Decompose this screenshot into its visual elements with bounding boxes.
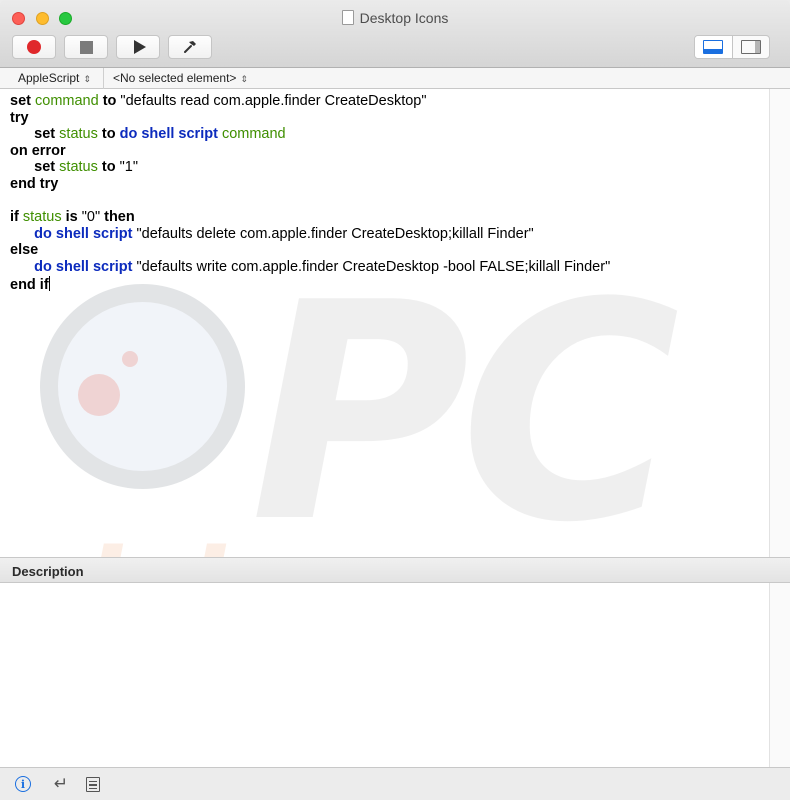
code-token: to — [97, 126, 120, 143]
code-token: then — [104, 209, 135, 226]
hammer-icon — [184, 41, 196, 53]
watermark-text: risk.com — [30, 534, 558, 557]
code-token: set — [34, 126, 60, 143]
updown-icon: ⇕ — [83, 74, 91, 84]
watermark-dot — [78, 374, 120, 416]
bottom-bar: i ↵ — [0, 767, 790, 800]
code-token: if — [10, 209, 23, 226]
script-code[interactable]: set command to "defaults read com.apple.… — [10, 93, 610, 293]
code-token: do shell script — [34, 225, 137, 242]
code-line: do shell script "defaults delete com.app… — [10, 226, 610, 243]
language-label: AppleScript — [18, 71, 80, 85]
watermark-magnifier — [40, 284, 245, 489]
script-editor-window: Desktop Icons AppleScript ⇕ <No selected… — [0, 0, 790, 800]
record-icon — [27, 40, 41, 54]
stop-icon — [79, 40, 93, 54]
code-token: command — [35, 93, 99, 109]
code-line: do shell script "defaults write com.appl… — [10, 259, 610, 276]
code-line: end if — [10, 275, 610, 294]
description-header: Description — [0, 557, 790, 583]
code-token: end if — [10, 276, 49, 293]
code-line: set status to do shell script command — [10, 126, 610, 143]
text-cursor — [48, 275, 50, 291]
code-line: set command to "defaults read com.apple.… — [10, 93, 610, 110]
document-icon — [341, 10, 354, 25]
code-token: status — [22, 209, 62, 226]
code-token: to — [98, 93, 121, 109]
description-area[interactable] — [0, 583, 790, 767]
record-button[interactable] — [12, 35, 56, 59]
code-token: try — [10, 109, 29, 126]
return-icon: ↵ — [53, 774, 69, 793]
code-token: to — [97, 159, 120, 176]
code-line: if status is "0" then — [10, 209, 610, 226]
compile-button[interactable] — [168, 35, 212, 59]
log-button[interactable] — [80, 773, 106, 795]
watermark-dot — [122, 351, 138, 367]
watermark-logo: PC — [250, 239, 680, 558]
code-line: set status to "1" — [10, 159, 610, 176]
code-token: "defaults read com.apple.finder CreateDe… — [120, 93, 427, 109]
code-token: else — [10, 242, 39, 259]
code-token: do shell script — [34, 258, 137, 275]
side-panel-icon — [740, 40, 761, 54]
editor-scrollbar[interactable] — [769, 89, 790, 557]
navigation-bar: AppleScript ⇕ <No selected element> ⇕ — [0, 68, 790, 89]
code-token: status — [59, 126, 98, 143]
view-toggle — [694, 35, 770, 59]
run-button[interactable] — [116, 35, 160, 59]
code-token: "defaults write com.apple.finder CreateD… — [136, 258, 611, 275]
stop-button[interactable] — [64, 35, 108, 59]
description-label: Description — [12, 564, 84, 579]
description-scrollbar[interactable] — [769, 583, 790, 767]
code-token: is — [61, 209, 82, 226]
title-bar: Desktop Icons — [0, 0, 790, 68]
script-editor[interactable]: PC risk.com set command to "defaults rea… — [0, 89, 790, 557]
code-token: do shell script — [119, 126, 222, 143]
info-button[interactable]: i — [10, 773, 36, 795]
run-icon — [133, 40, 146, 54]
code-token: "0" — [81, 209, 105, 226]
window-title: Desktop Icons — [359, 10, 449, 26]
code-token: set — [10, 93, 35, 109]
code-token: "defaults delete com.apple.finder Create… — [136, 225, 534, 242]
element-popup[interactable]: <No selected element> ⇕ — [113, 71, 248, 85]
return-button[interactable]: ↵ — [48, 773, 74, 795]
code-token: "1" — [119, 159, 138, 176]
code-line: end try — [10, 176, 610, 193]
code-line: else — [10, 242, 610, 259]
updown-icon: ⇕ — [240, 74, 248, 84]
info-icon: i — [15, 776, 31, 792]
element-label: <No selected element> — [113, 71, 237, 85]
window-title-area: Desktop Icons — [0, 10, 790, 26]
code-token: status — [59, 159, 98, 176]
nav-divider — [103, 68, 104, 89]
code-token: set — [34, 159, 60, 176]
log-icon — [86, 776, 100, 792]
show-side-panel-button[interactable] — [733, 36, 770, 58]
bottom-panel-icon — [703, 40, 724, 54]
show-bottom-panel-button[interactable] — [695, 36, 733, 58]
code-line: try — [10, 110, 610, 127]
code-token: end try — [10, 175, 59, 192]
code-token: on error — [10, 142, 66, 159]
language-popup[interactable]: AppleScript ⇕ — [18, 71, 91, 85]
code-token: command — [221, 126, 286, 143]
code-line: on error — [10, 143, 610, 160]
